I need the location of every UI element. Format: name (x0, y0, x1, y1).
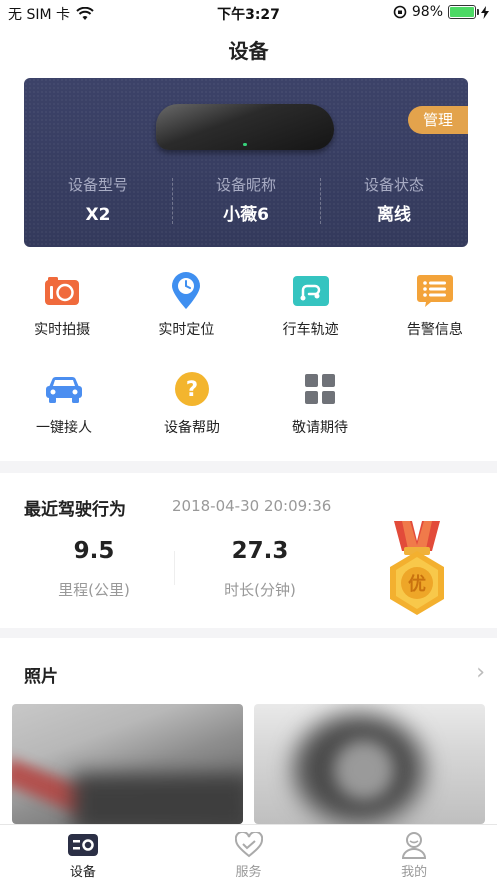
function-alert-info[interactable]: 告警信息 (373, 266, 497, 364)
grid-icon (301, 370, 339, 408)
function-one-click-pickup[interactable]: 一键接人 (0, 364, 128, 462)
device-status: 设备状态 离线 (320, 174, 468, 234)
camera-icon (43, 272, 81, 310)
nav-bar: 设备 (0, 26, 497, 76)
device-status-label: 设备状态 (363, 176, 424, 194)
battery-icon (448, 5, 479, 19)
tab-service[interactable]: 服务 (166, 825, 332, 883)
alert-list-icon (416, 272, 454, 310)
duration-stat: 27.3 时长(分钟) (190, 535, 330, 600)
device-model: 设备型号 X2 (24, 174, 172, 234)
photo-thumbnail[interactable] (12, 704, 243, 824)
function-driving-track[interactable]: 行车轨迹 (249, 266, 373, 364)
rearview-mirror-image (156, 104, 334, 150)
tab-label: 服务 (235, 865, 262, 880)
function-live-capture[interactable]: 实时拍摄 (0, 266, 124, 364)
mileage-value: 9.5 (73, 538, 115, 564)
function-device-help[interactable]: ? 设备帮助 (128, 364, 256, 462)
photo-thumbnail[interactable] (254, 704, 485, 824)
help-icon: ? (173, 370, 211, 408)
device-nickname-label: 设备昵称 (215, 176, 276, 194)
chevron-right-icon[interactable]: › (476, 660, 485, 685)
medal-text: 优 (408, 573, 426, 595)
device-model-label: 设备型号 (67, 176, 128, 194)
svg-text:?: ? (186, 377, 198, 401)
location-pin-icon (167, 272, 205, 310)
device-model-value: X2 (85, 205, 111, 225)
function-label: 实时拍摄 (34, 322, 91, 338)
duration-label: 时长(分钟) (224, 581, 296, 599)
manage-button[interactable]: 管理 (408, 106, 468, 134)
battery-percent: 98% (411, 4, 443, 20)
device-nickname-value: 小薇6 (223, 205, 269, 225)
device-status-value: 离线 (377, 205, 411, 225)
tab-label: 设备 (69, 865, 96, 880)
duration-value: 27.3 (231, 538, 289, 564)
function-label: 敬请期待 (292, 420, 348, 436)
tab-device[interactable]: 设备 (0, 825, 166, 883)
tab-bar: 设备 服务 我的 (0, 824, 497, 883)
charging-icon (481, 5, 489, 19)
route-icon (292, 272, 330, 310)
function-label: 行车轨迹 (282, 322, 339, 338)
heart-icon (233, 831, 265, 859)
mileage-stat: 9.5 里程(公里) (24, 535, 164, 600)
device-nickname: 设备昵称 小薇6 (172, 174, 320, 234)
device-tab-icon (67, 831, 99, 859)
function-coming-soon[interactable]: 敬请期待 (256, 364, 384, 462)
function-label: 告警信息 (406, 322, 463, 338)
function-label: 实时定位 (158, 322, 215, 338)
driving-title: 最近驾驶行为 (24, 500, 126, 520)
function-label: 设备帮助 (164, 420, 220, 436)
driving-timestamp: 2018-04-30 20:09:36 (172, 497, 332, 515)
tab-label: 我的 (401, 865, 428, 880)
medal-icon: 优 (390, 521, 444, 615)
photos-title: 照片 (24, 667, 58, 687)
orientation-lock-icon (393, 5, 407, 19)
divider (174, 551, 175, 585)
function-grid: 实时拍摄 实时定位 行车轨迹 告警信息 一键接人 ? 设备帮助 敬请期待 (0, 266, 497, 462)
tab-mine[interactable]: 我的 (331, 825, 497, 883)
car-icon (45, 370, 83, 408)
function-label: 一键接人 (36, 420, 92, 436)
device-section: 管理 设备型号 X2 设备昵称 小薇6 设备状态 离线 实时拍摄 实时定位 行车… (0, 76, 497, 461)
status-bar: 无 SIM 卡 下午3:27 98% (0, 0, 497, 26)
function-live-location[interactable]: 实时定位 (124, 266, 248, 364)
photos-section: 照片 › (0, 638, 497, 824)
driving-section[interactable]: 最近驾驶行为 2018-04-30 20:09:36 9.5 里程(公里) 27… (0, 473, 497, 628)
mileage-label: 里程(公里) (58, 581, 130, 599)
profile-icon (398, 831, 430, 859)
page-title: 设备 (228, 39, 269, 63)
device-card[interactable]: 管理 设备型号 X2 设备昵称 小薇6 设备状态 离线 (24, 78, 468, 247)
